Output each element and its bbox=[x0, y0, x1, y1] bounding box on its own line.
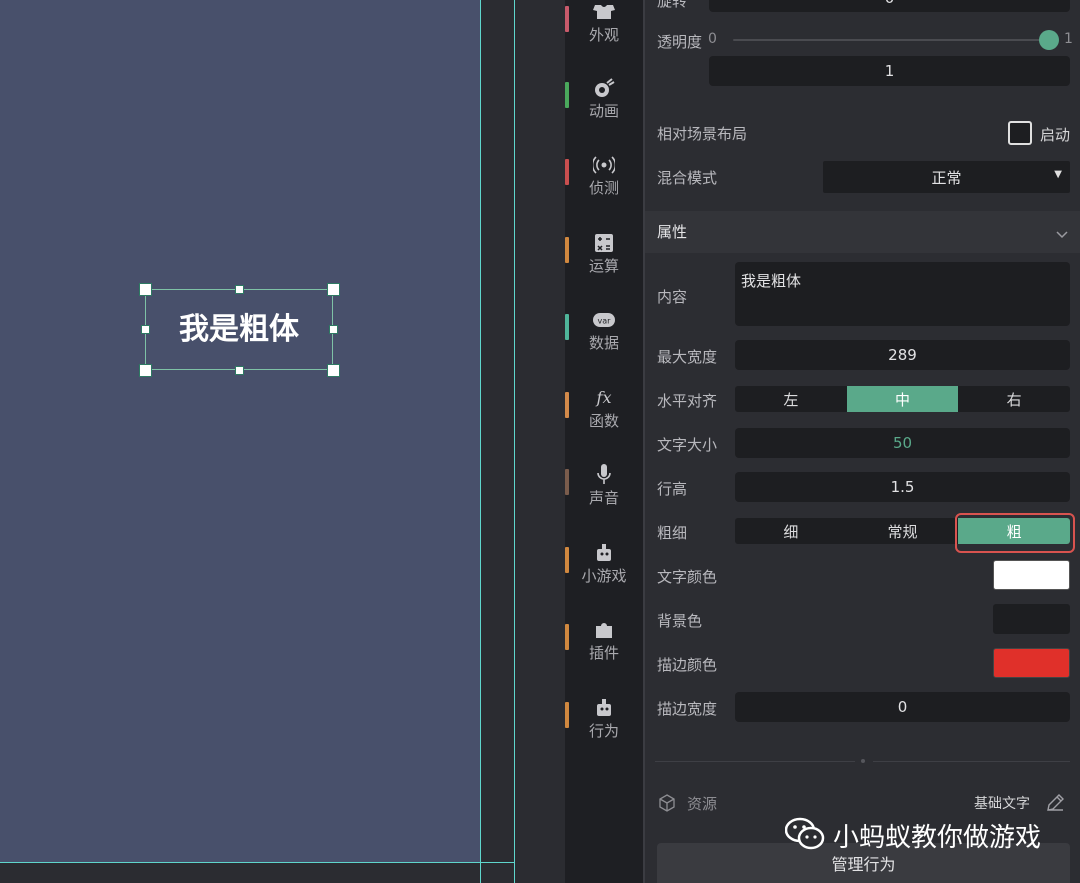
line-height-input[interactable]: 1.5 bbox=[735, 472, 1070, 502]
h-align-label: 水平对齐 bbox=[657, 392, 718, 410]
svg-text:fx: fx bbox=[596, 388, 612, 407]
rotation-label: 旋转 bbox=[657, 0, 688, 10]
max-width-input[interactable]: 289 bbox=[735, 340, 1070, 370]
section-title: 属性 bbox=[657, 223, 688, 241]
category-label: 数据 bbox=[588, 334, 619, 352]
weight-thin-option[interactable]: 细 bbox=[735, 518, 847, 544]
microphone-icon bbox=[592, 463, 616, 487]
stage-canvas[interactable]: 我是粗体 bbox=[0, 0, 565, 883]
resize-handle-bottom-left[interactable] bbox=[139, 364, 152, 377]
calculator-icon bbox=[592, 231, 616, 255]
text-color-swatch[interactable] bbox=[993, 560, 1070, 590]
content-textarea[interactable]: 我是粗体 bbox=[735, 262, 1070, 326]
opacity-input[interactable]: 1 bbox=[709, 56, 1070, 86]
category-label: 插件 bbox=[588, 644, 619, 662]
resize-handle-top[interactable] bbox=[235, 285, 244, 294]
align-right-option[interactable]: 右 bbox=[958, 386, 1070, 412]
guide-line-horizontal bbox=[0, 862, 515, 863]
opacity-max: 1 bbox=[1064, 31, 1073, 47]
category-operators[interactable]: 运算 bbox=[565, 231, 643, 301]
animation-icon bbox=[592, 76, 616, 100]
category-appearance[interactable]: 外观 bbox=[565, 0, 643, 70]
shirt-icon bbox=[592, 0, 616, 24]
relative-layout-checkbox-label: 启动 bbox=[1040, 126, 1071, 144]
divider-line bbox=[873, 761, 1070, 762]
resource-value: 基础文字 bbox=[974, 796, 1030, 812]
resize-handle-top-right[interactable] bbox=[327, 283, 340, 296]
robot-icon bbox=[592, 541, 616, 565]
category-toolbar: 外观 动画 侦测 运算 var 数据 fx 函数 声音 小游戏 插件 行为 bbox=[565, 0, 643, 883]
font-weight-label: 粗细 bbox=[657, 524, 688, 542]
relative-layout-label: 相对场景布局 bbox=[657, 125, 748, 143]
svg-text:var: var bbox=[598, 317, 612, 326]
category-label: 小游戏 bbox=[581, 567, 627, 585]
category-behavior[interactable]: 行为 bbox=[565, 696, 643, 766]
text-color-label: 文字颜色 bbox=[657, 568, 718, 586]
stroke-width-input[interactable]: 0 bbox=[735, 692, 1070, 722]
max-width-label: 最大宽度 bbox=[657, 348, 718, 366]
bg-color-label: 背景色 bbox=[657, 612, 703, 630]
text-sprite[interactable]: 我是粗体 bbox=[145, 307, 333, 353]
relative-layout-checkbox[interactable] bbox=[1008, 121, 1032, 145]
category-label: 运算 bbox=[588, 257, 619, 275]
blend-mode-label: 混合模式 bbox=[657, 169, 718, 187]
resize-handle-bottom-right[interactable] bbox=[327, 364, 340, 377]
puzzle-icon bbox=[592, 618, 616, 642]
category-label: 声音 bbox=[588, 489, 619, 507]
category-label: 函数 bbox=[588, 412, 619, 430]
wechat-icon bbox=[784, 817, 825, 855]
chevron-down-icon bbox=[1056, 224, 1068, 243]
category-sound[interactable]: 声音 bbox=[565, 463, 643, 533]
opacity-label: 透明度 bbox=[657, 33, 703, 51]
line-height-label: 行高 bbox=[657, 480, 688, 498]
category-data[interactable]: var 数据 bbox=[565, 308, 643, 378]
attributes-section-header[interactable]: 属性 bbox=[645, 211, 1080, 253]
sensor-icon bbox=[592, 153, 616, 177]
opacity-slider-thumb[interactable] bbox=[1039, 30, 1059, 50]
category-functions[interactable]: fx 函数 bbox=[565, 386, 643, 456]
cube-icon bbox=[658, 794, 676, 816]
dropdown-arrow-icon: ▼ bbox=[1054, 169, 1062, 180]
scene-area[interactable] bbox=[0, 0, 480, 862]
category-sensing[interactable]: 侦测 bbox=[565, 153, 643, 223]
resource-label: 资源 bbox=[687, 795, 718, 813]
category-minigame[interactable]: 小游戏 bbox=[565, 541, 643, 611]
rotation-input[interactable]: 0 bbox=[709, 0, 1070, 12]
resize-handle-bottom[interactable] bbox=[235, 366, 244, 375]
font-size-input[interactable]: 50 bbox=[735, 428, 1070, 458]
function-icon: fx bbox=[592, 386, 616, 410]
divider-line bbox=[655, 761, 855, 762]
stroke-color-label: 描边颜色 bbox=[657, 656, 718, 674]
opacity-slider-track[interactable] bbox=[733, 39, 1049, 41]
content-label: 内容 bbox=[657, 288, 688, 306]
watermark-text: 小蚂蚁教你做游戏 bbox=[833, 823, 1042, 853]
font-size-label: 文字大小 bbox=[657, 436, 718, 454]
stroke-color-swatch[interactable] bbox=[993, 648, 1070, 678]
category-animation[interactable]: 动画 bbox=[565, 76, 643, 146]
blend-mode-value: 正常 bbox=[931, 168, 962, 187]
category-label: 动画 bbox=[588, 102, 619, 120]
var-icon: var bbox=[592, 308, 616, 332]
weight-normal-option[interactable]: 常规 bbox=[847, 518, 959, 544]
guide-line-vertical bbox=[480, 0, 481, 883]
category-label: 行为 bbox=[588, 722, 619, 740]
align-left-option[interactable]: 左 bbox=[735, 386, 847, 412]
guide-line-vertical-outer bbox=[514, 0, 515, 883]
edit-pencil-icon[interactable] bbox=[1045, 793, 1065, 817]
bg-color-swatch[interactable] bbox=[993, 604, 1070, 634]
opacity-min: 0 bbox=[708, 31, 717, 47]
h-align-segmented: 左 中 右 bbox=[735, 386, 1070, 412]
robot-icon bbox=[592, 696, 616, 720]
divider-dot bbox=[861, 759, 865, 763]
property-panel: 旋转 0 透明度 0 1 1 相对场景布局 启动 混合模式 正常 ▼ 属性 内容… bbox=[645, 0, 1080, 883]
category-plugins[interactable]: 插件 bbox=[565, 618, 643, 688]
stroke-width-label: 描边宽度 bbox=[657, 700, 718, 718]
align-center-option[interactable]: 中 bbox=[846, 386, 959, 412]
highlight-frame bbox=[955, 513, 1075, 553]
resize-handle-top-left[interactable] bbox=[139, 283, 152, 296]
blend-mode-select[interactable]: 正常 ▼ bbox=[823, 161, 1070, 193]
category-label: 外观 bbox=[588, 26, 619, 44]
category-label: 侦测 bbox=[588, 179, 619, 197]
